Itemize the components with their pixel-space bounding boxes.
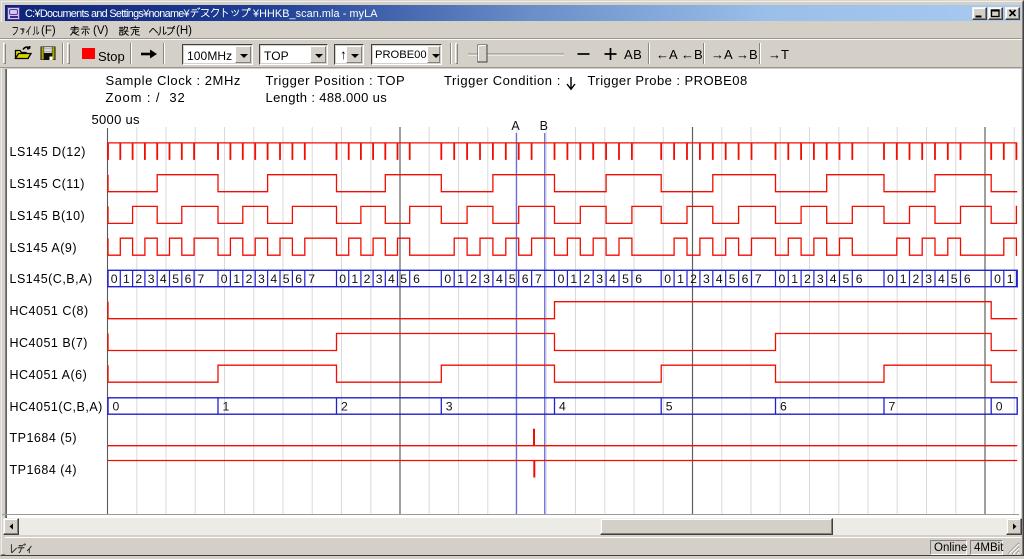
svg-text:3: 3 [376, 272, 383, 286]
svg-text:6: 6 [780, 399, 787, 413]
svg-text:1: 1 [223, 399, 230, 413]
svg-text:1: 1 [677, 272, 684, 286]
svg-text:1: 1 [570, 272, 577, 286]
svg-text:0: 0 [221, 272, 228, 286]
svg-text:7: 7 [308, 272, 315, 286]
svg-text:4: 4 [716, 272, 723, 286]
svg-text:2: 2 [364, 272, 371, 286]
svg-text:3: 3 [446, 399, 453, 413]
svg-text:0: 0 [779, 272, 786, 286]
svg-text:5: 5 [283, 272, 290, 286]
svg-text:1: 1 [791, 272, 798, 286]
svg-text:2: 2 [913, 272, 920, 286]
svg-text:1: 1 [351, 272, 358, 286]
svg-text:0: 0 [996, 399, 1003, 413]
svg-text:6: 6 [742, 272, 749, 286]
svg-text:0: 0 [113, 399, 120, 413]
svg-text:A: A [511, 119, 520, 133]
svg-text:2: 2 [583, 272, 590, 286]
svg-text:4: 4 [270, 272, 277, 286]
svg-text:0: 0 [111, 272, 118, 286]
svg-text:7: 7 [535, 272, 542, 286]
svg-text:1: 1 [900, 272, 907, 286]
svg-text:0: 0 [664, 272, 671, 286]
svg-text:2: 2 [470, 272, 477, 286]
svg-text:2: 2 [341, 399, 348, 413]
svg-text:4: 4 [830, 272, 837, 286]
svg-text:5: 5 [666, 399, 673, 413]
svg-text:5: 5 [509, 272, 516, 286]
svg-text:3: 3 [925, 272, 932, 286]
svg-text:3: 3 [703, 272, 710, 286]
svg-text:7: 7 [755, 272, 762, 286]
svg-text:5: 5 [729, 272, 736, 286]
svg-text:5: 5 [843, 272, 850, 286]
svg-text:4: 4 [609, 272, 616, 286]
svg-text:1: 1 [1007, 272, 1014, 286]
svg-text:5: 5 [400, 272, 407, 286]
svg-text:6: 6 [185, 272, 192, 286]
svg-text:1: 1 [123, 272, 130, 286]
svg-text:4: 4 [496, 272, 503, 286]
svg-text:2: 2 [690, 272, 697, 286]
svg-text:0: 0 [994, 272, 1001, 286]
svg-text:4: 4 [938, 272, 945, 286]
svg-text:6: 6 [522, 272, 529, 286]
svg-text:5: 5 [951, 272, 958, 286]
svg-text:7: 7 [198, 272, 205, 286]
svg-text:6: 6 [413, 272, 420, 286]
svg-text:3: 3 [148, 272, 155, 286]
svg-text:0: 0 [339, 272, 346, 286]
svg-text:4: 4 [388, 272, 395, 286]
svg-text:1: 1 [457, 272, 464, 286]
svg-text:B: B [540, 119, 548, 133]
svg-text:4: 4 [160, 272, 167, 286]
svg-text:4: 4 [559, 399, 566, 413]
svg-text:6: 6 [295, 272, 302, 286]
svg-text:7: 7 [889, 399, 896, 413]
svg-text:6: 6 [635, 272, 642, 286]
svg-text:3: 3 [258, 272, 265, 286]
svg-text:2: 2 [135, 272, 142, 286]
svg-text:5: 5 [622, 272, 629, 286]
svg-text:3: 3 [817, 272, 824, 286]
svg-text:6: 6 [964, 272, 971, 286]
svg-text:3: 3 [596, 272, 603, 286]
svg-text:0: 0 [558, 272, 565, 286]
svg-text:0: 0 [887, 272, 894, 286]
svg-text:0: 0 [444, 272, 451, 286]
svg-text:3: 3 [483, 272, 490, 286]
svg-text:6: 6 [856, 272, 863, 286]
svg-text:1: 1 [233, 272, 240, 286]
svg-text:5: 5 [172, 272, 179, 286]
svg-text:2: 2 [246, 272, 253, 286]
svg-text:2: 2 [804, 272, 811, 286]
